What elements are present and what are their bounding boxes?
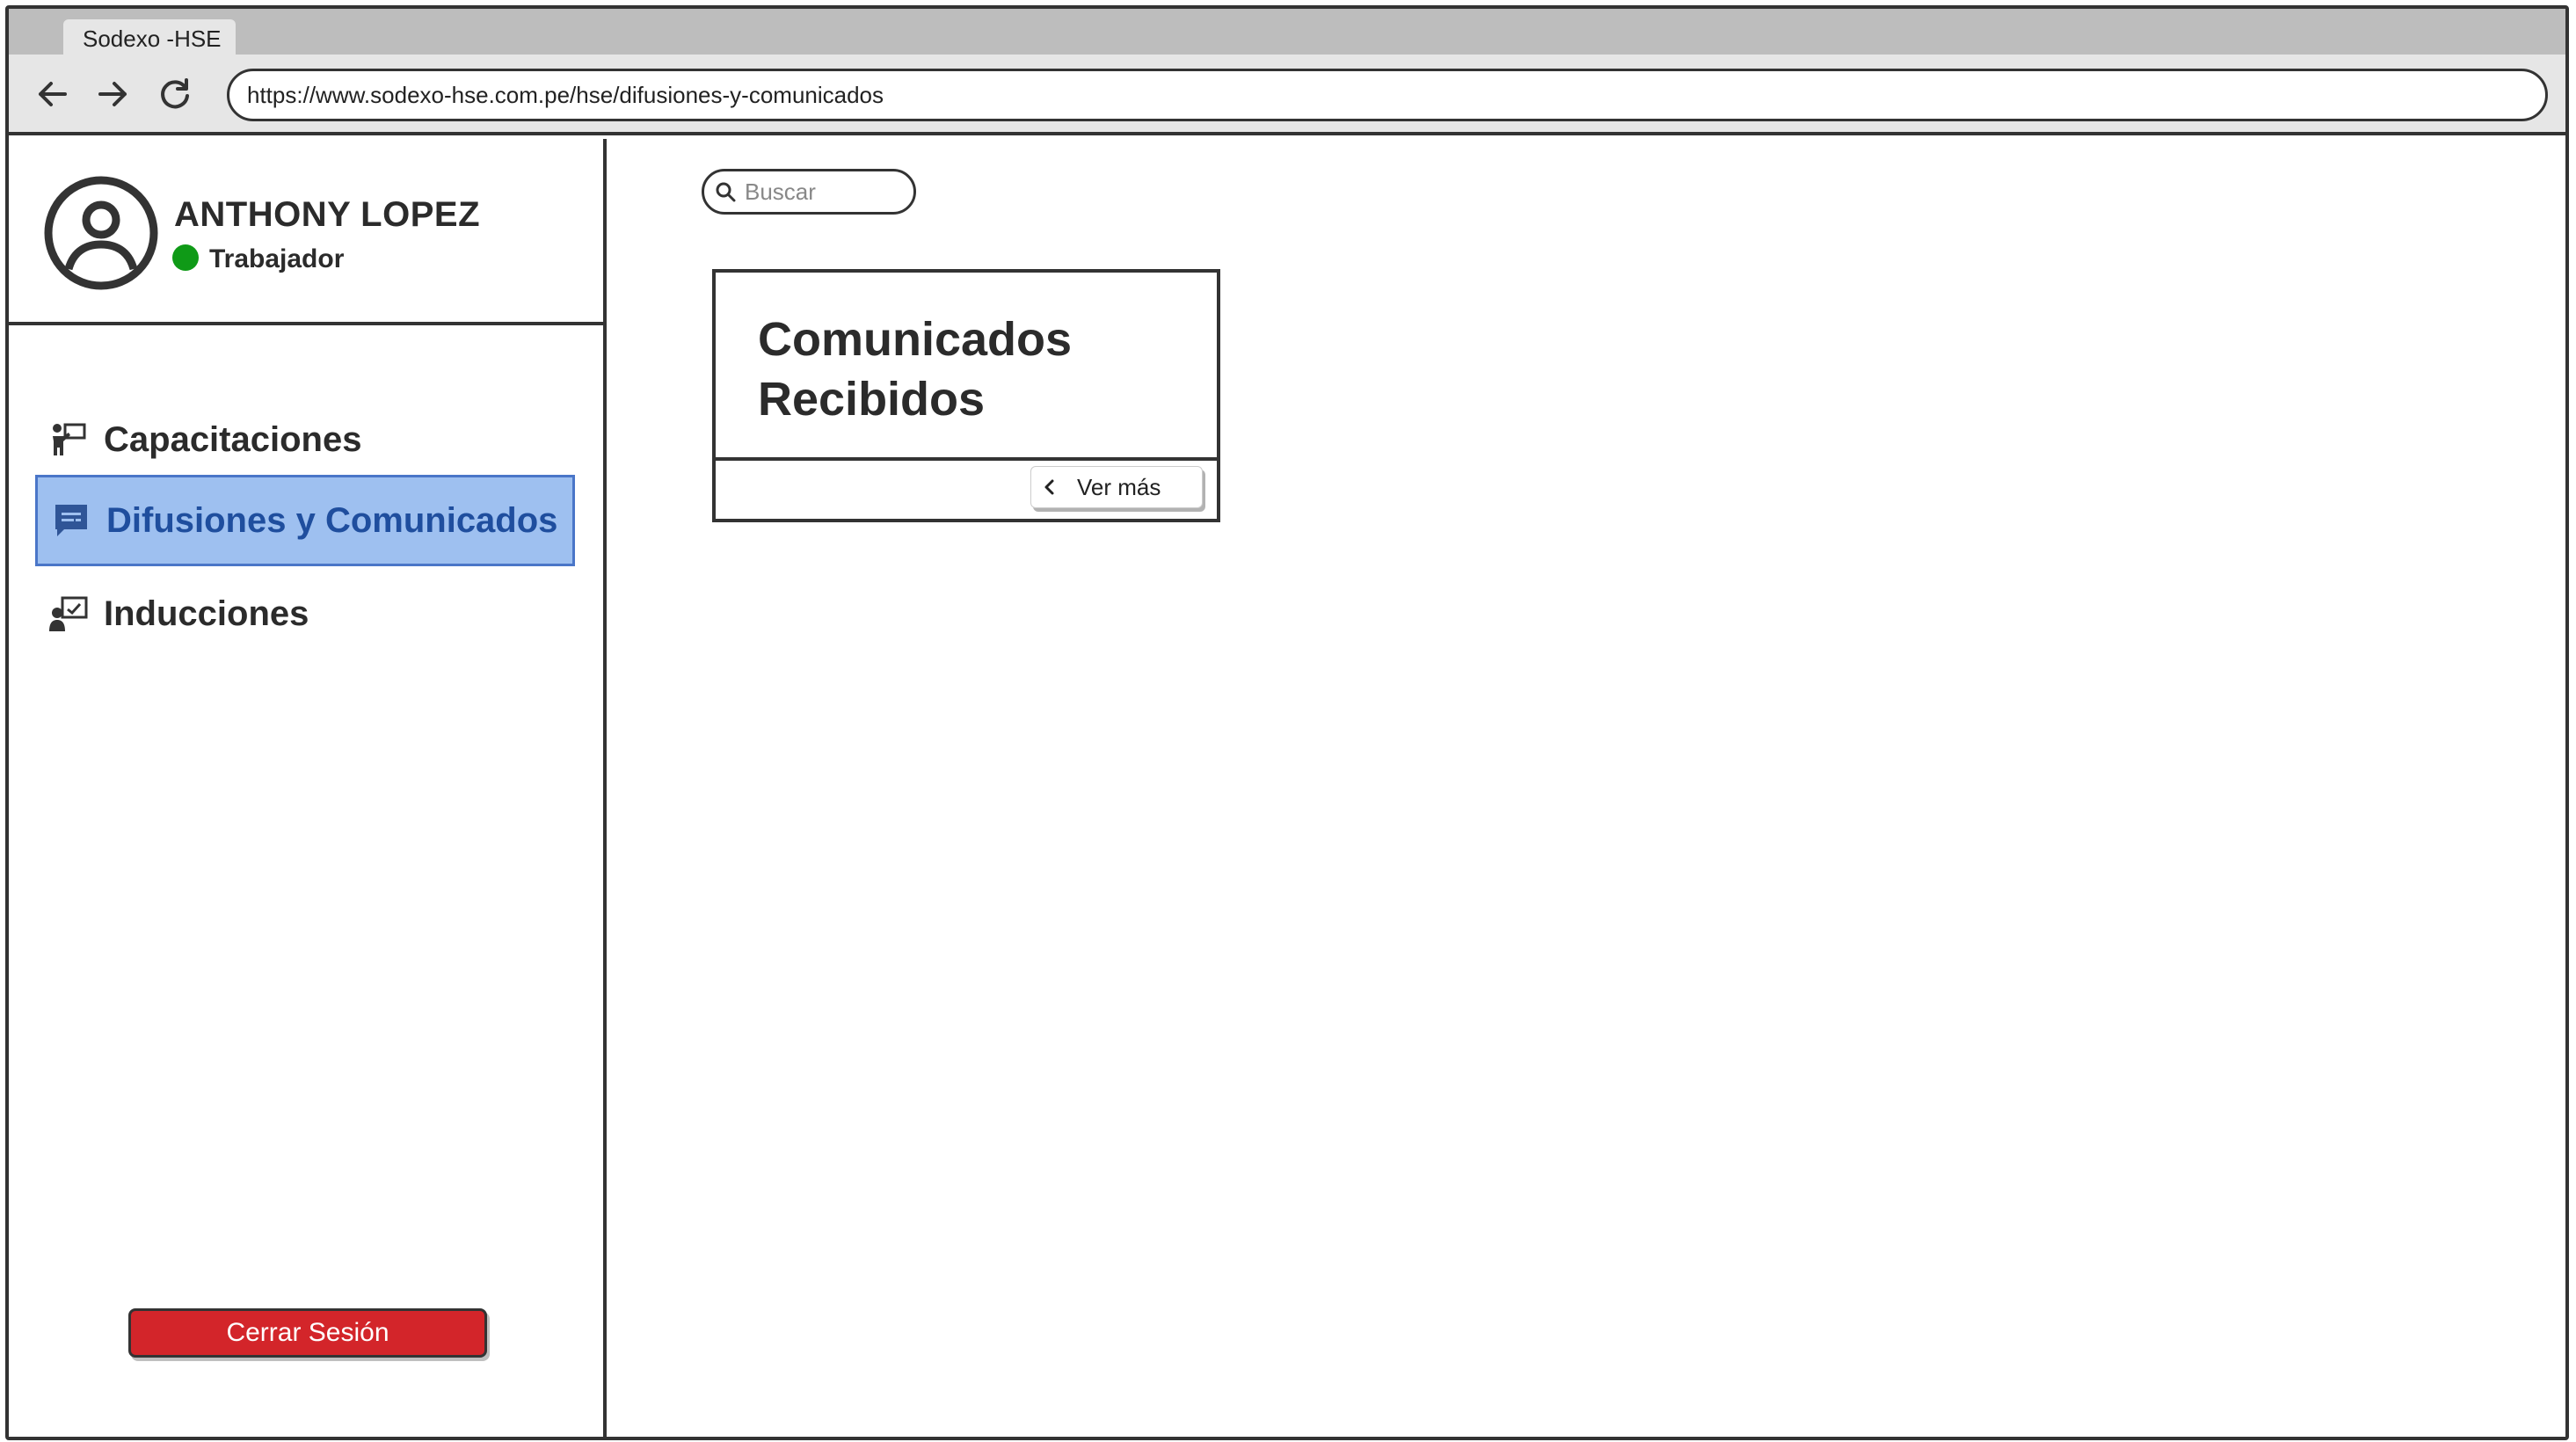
sidebar-item-label: Difusiones y Comunicados: [106, 500, 558, 540]
sidebar-item-capacitaciones[interactable]: Capacitaciones: [35, 394, 575, 485]
browser-window: Sodexo -HSE https://www.sodexo-hse.com.p…: [5, 5, 2569, 1440]
sidebar-item-label: Capacitaciones: [104, 419, 362, 459]
browser-tab[interactable]: Sodexo -HSE: [63, 19, 236, 58]
tab-strip: Sodexo -HSE: [9, 9, 2565, 58]
user-circle-icon: [44, 176, 158, 290]
user-board-icon: [47, 593, 90, 635]
user-profile: ANTHONY LOPEZ Trabajador: [9, 139, 603, 325]
status-indicator: [172, 244, 199, 271]
forward-button[interactable]: [93, 74, 134, 114]
search-icon: [715, 181, 736, 202]
address-bar[interactable]: https://www.sodexo-hse.com.pe/hse/difusi…: [227, 69, 2548, 121]
logout-button[interactable]: Cerrar Sesión: [128, 1308, 487, 1358]
see-more-label: Ver más: [1077, 473, 1161, 500]
forward-arrow-icon: [98, 82, 127, 106]
chevron-left-icon: [1042, 477, 1058, 497]
back-button[interactable]: [32, 74, 72, 114]
back-arrow-icon: [39, 82, 67, 106]
chat-message-icon: [50, 499, 92, 542]
reload-button[interactable]: [155, 74, 195, 114]
sidebar-item-label: Inducciones: [104, 594, 309, 633]
sidebar-item-difusiones[interactable]: Difusiones y Comunicados: [35, 475, 575, 566]
search-box[interactable]: [702, 169, 916, 215]
reload-icon: [161, 78, 189, 109]
user-role: Trabajador: [209, 244, 345, 273]
sidebar: ANTHONY LOPEZ Trabajador Capacitaciones: [9, 139, 607, 1437]
user-name: ANTHONY LOPEZ: [174, 195, 481, 234]
communications-card: Comunicados Recibidos Ver más: [712, 269, 1220, 522]
card-footer: Ver más: [716, 457, 1217, 522]
search-input[interactable]: [743, 177, 892, 207]
see-more-button[interactable]: Ver más: [1030, 466, 1203, 508]
presenter-icon: [47, 419, 90, 461]
card-title: Comunicados Recibidos: [758, 313, 1073, 426]
navigation-bar: https://www.sodexo-hse.com.pe/hse/difusi…: [9, 55, 2565, 135]
sidebar-item-inducciones[interactable]: Inducciones: [35, 568, 575, 659]
